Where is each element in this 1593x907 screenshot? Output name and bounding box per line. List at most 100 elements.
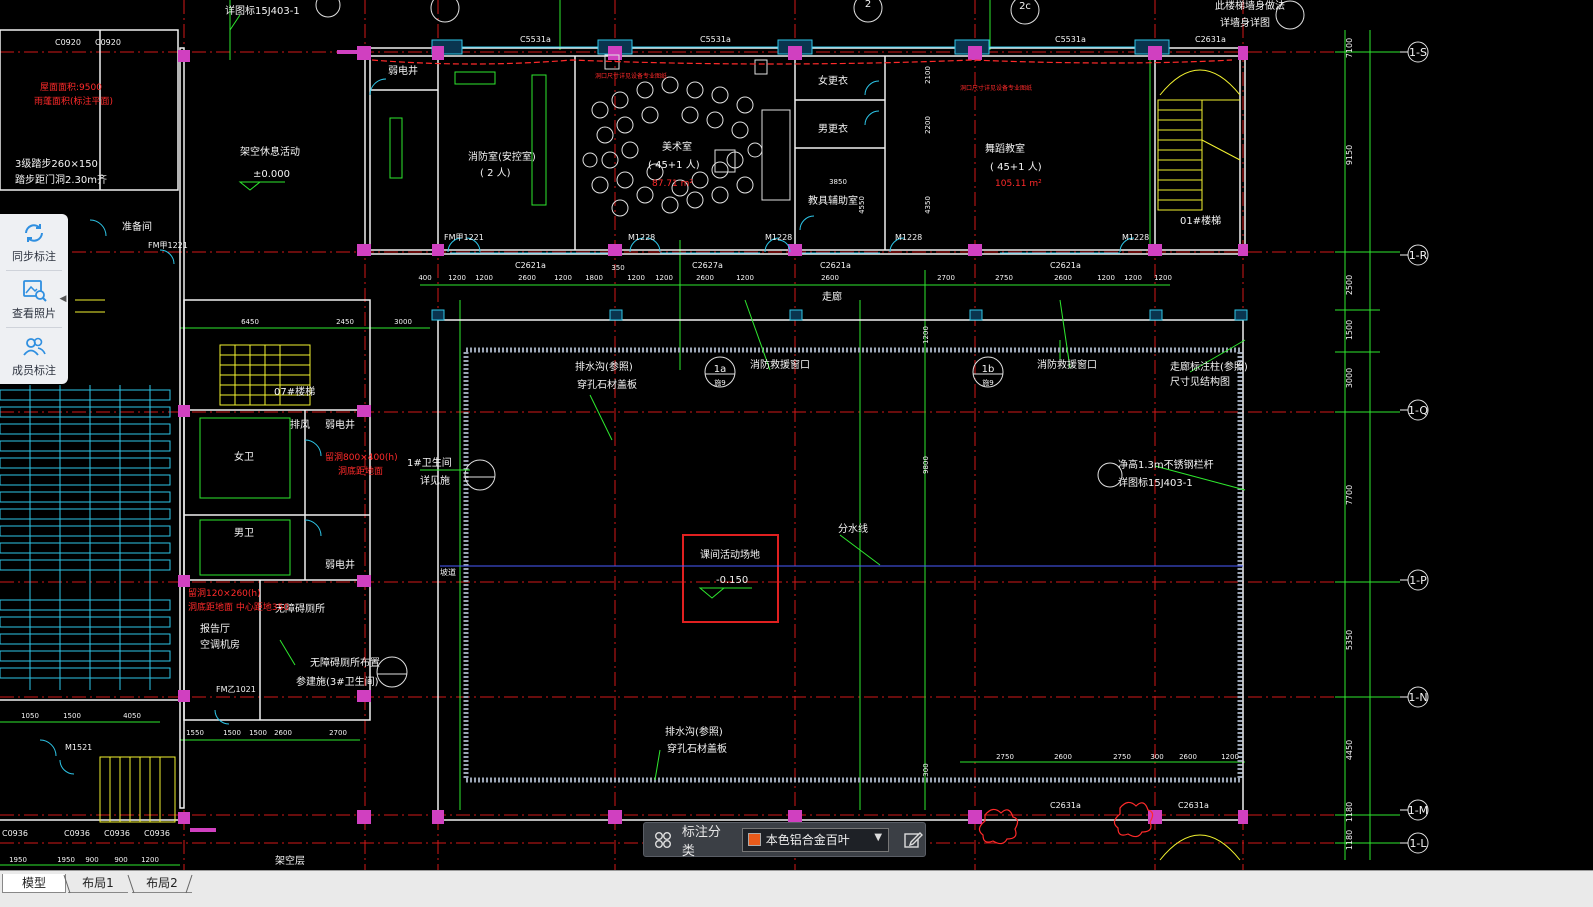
axis-dimension: 5350 (1345, 630, 1354, 650)
edit-icon[interactable] (901, 829, 925, 851)
dimension-text: 1200 (627, 274, 645, 282)
dimension-text: 1200 (1154, 274, 1172, 282)
annotation-category-select[interactable]: 本色铝合金百叶 ▼ (741, 827, 890, 852)
sync-annotation-label: 同步标注 (12, 249, 56, 263)
window-label: C0920 (55, 38, 81, 47)
dimension-text: 1200 (554, 274, 572, 282)
window-label: C2621a (515, 261, 546, 270)
dimension-text: 1200 (922, 326, 930, 344)
dimension-text: 1200 (1221, 753, 1239, 761)
room-label: 舞蹈教室 (985, 142, 1025, 155)
room-label: 空调机房 (200, 638, 240, 651)
sync-icon (25, 223, 43, 242)
axis-label: 1-Q (1408, 404, 1428, 417)
dimension-text: 2200 (924, 116, 932, 134)
bubble-text-group: 1a 1b 2 2c 施9 施9 (714, 0, 1031, 387)
room-label: 课间活动场地 (700, 548, 760, 561)
red-annotation: 洞口尺寸详见设备专业图纸 (595, 72, 667, 80)
axis-dimension: 7700 (1345, 485, 1354, 505)
room-label: 弱电井 (325, 418, 355, 431)
dimension-text: 2100 (924, 66, 932, 84)
red-annotation: 留洞800×400(h) (325, 451, 398, 463)
chevron-down-icon: ▼ (874, 831, 883, 843)
dimension-text: 6450 (241, 318, 259, 326)
dimension-text: 2450 (336, 318, 354, 326)
room-label: 走廊 (822, 290, 842, 303)
dimension-text: 300 (922, 763, 930, 776)
dimension-text: 1500 (223, 729, 241, 737)
window-label: C0936 (2, 829, 28, 838)
window-label: C0936 (104, 829, 130, 838)
axis-label: 1-L (1409, 837, 1427, 850)
bubble-text: 1b (982, 364, 995, 375)
annotation: 坡道 (440, 567, 456, 577)
door-label: FM乙1021 (216, 685, 256, 694)
dimension-text: 2600 (274, 729, 292, 737)
annotation: 尺寸见结构图 (1170, 375, 1230, 388)
doors (39, 78, 1135, 775)
window-label: C2631a (1178, 801, 1209, 810)
collapse-arrow-icon[interactable]: ◀ (58, 292, 68, 306)
window-label: C5531a (700, 35, 731, 44)
window-label: C2621a (820, 261, 851, 270)
axis-dimension: 1180 (1345, 830, 1354, 850)
dimension-text: 1200 (141, 856, 159, 864)
dimension-text: 2600 (1054, 274, 1072, 282)
annotation-category-bar: 标注分类 本色铝合金百叶 ▼ (643, 822, 926, 859)
axis-label: 1-S (1409, 46, 1427, 59)
opening-label-group: C5531a C5531a C5531a C2631a C0920 C0920 … (2, 35, 1226, 838)
auditorium-seats (0, 385, 171, 690)
door-label: M1228 (895, 233, 922, 242)
room-label: 弱电井 (388, 64, 418, 77)
window-label: C2627a (692, 261, 723, 270)
annotation: 详墙身详图 (1220, 16, 1270, 29)
room-label: ±0.000 (253, 169, 290, 180)
room-label: 女卫 (234, 450, 254, 463)
sync-annotation-button[interactable]: 同步标注 (0, 214, 68, 270)
bubble-text: 2c (1019, 1, 1031, 12)
dimension-text: 1200 (1124, 274, 1142, 282)
room-label: 架空休息活动 (240, 145, 300, 158)
dimension-text: 1050 (21, 712, 39, 720)
dimension-text: 1200 (1097, 274, 1115, 282)
cad-drawing-canvas[interactable]: 1-S 1-R 1-Q 1-P 1-N 1-M 1-L 7100 9150 25… (0, 0, 1593, 870)
dimension-text: 1200 (448, 274, 466, 282)
axis-dimension: 3000 (1345, 368, 1354, 388)
door-label: FM甲1221 (148, 241, 188, 250)
dimension-text: 4350 (924, 196, 932, 214)
dimension-text: 1200 (736, 274, 754, 282)
photo-search-icon (23, 279, 47, 302)
dimension-text: 1950 (9, 856, 27, 864)
door-label: M1228 (628, 233, 655, 242)
door-label: M1521 (65, 743, 92, 752)
dimension-text: 2700 (329, 729, 347, 737)
dimension-text: 2600 (821, 274, 839, 282)
window-label: C2621a (1050, 261, 1081, 270)
grid-icon[interactable] (652, 829, 674, 851)
annotation: 详图标15J403-1 (1118, 476, 1193, 489)
window-label: C0936 (64, 829, 90, 838)
member-annotation-button[interactable]: 成员标注 (0, 328, 68, 384)
callout-bubbles (315, 0, 1429, 854)
window-label: C2631a (1050, 801, 1081, 810)
annotation: 详图标15J403-1 (225, 4, 300, 17)
annotation: 3级踏步260×150 (15, 157, 98, 170)
room-label: ( 45+1 人) (648, 159, 700, 171)
room-area: 87.71 m² (652, 179, 693, 189)
room-label: 排风 (290, 418, 310, 431)
room-label: -0.150 (716, 575, 748, 586)
axis-dimension: 2500 (1345, 275, 1354, 295)
red-annotation: 留洞120×260(h) (188, 587, 261, 599)
room-label: ( 45+1 人) (990, 161, 1042, 173)
room-label: ( 2 人) (480, 167, 511, 179)
view-photos-label: 查看照片 (12, 306, 56, 320)
door-label: FM甲1221 (444, 233, 484, 242)
window-label: C5531a (520, 35, 551, 44)
annotation: 无障碍厕所布置 (310, 656, 380, 669)
level-markers (238, 181, 752, 599)
tab-separators (63, 874, 193, 894)
annotation: 详见施 (420, 474, 450, 487)
axis-dimension: 4450 (1345, 740, 1354, 760)
room-label: 女更衣 (818, 74, 848, 87)
category-color-swatch (747, 833, 761, 846)
